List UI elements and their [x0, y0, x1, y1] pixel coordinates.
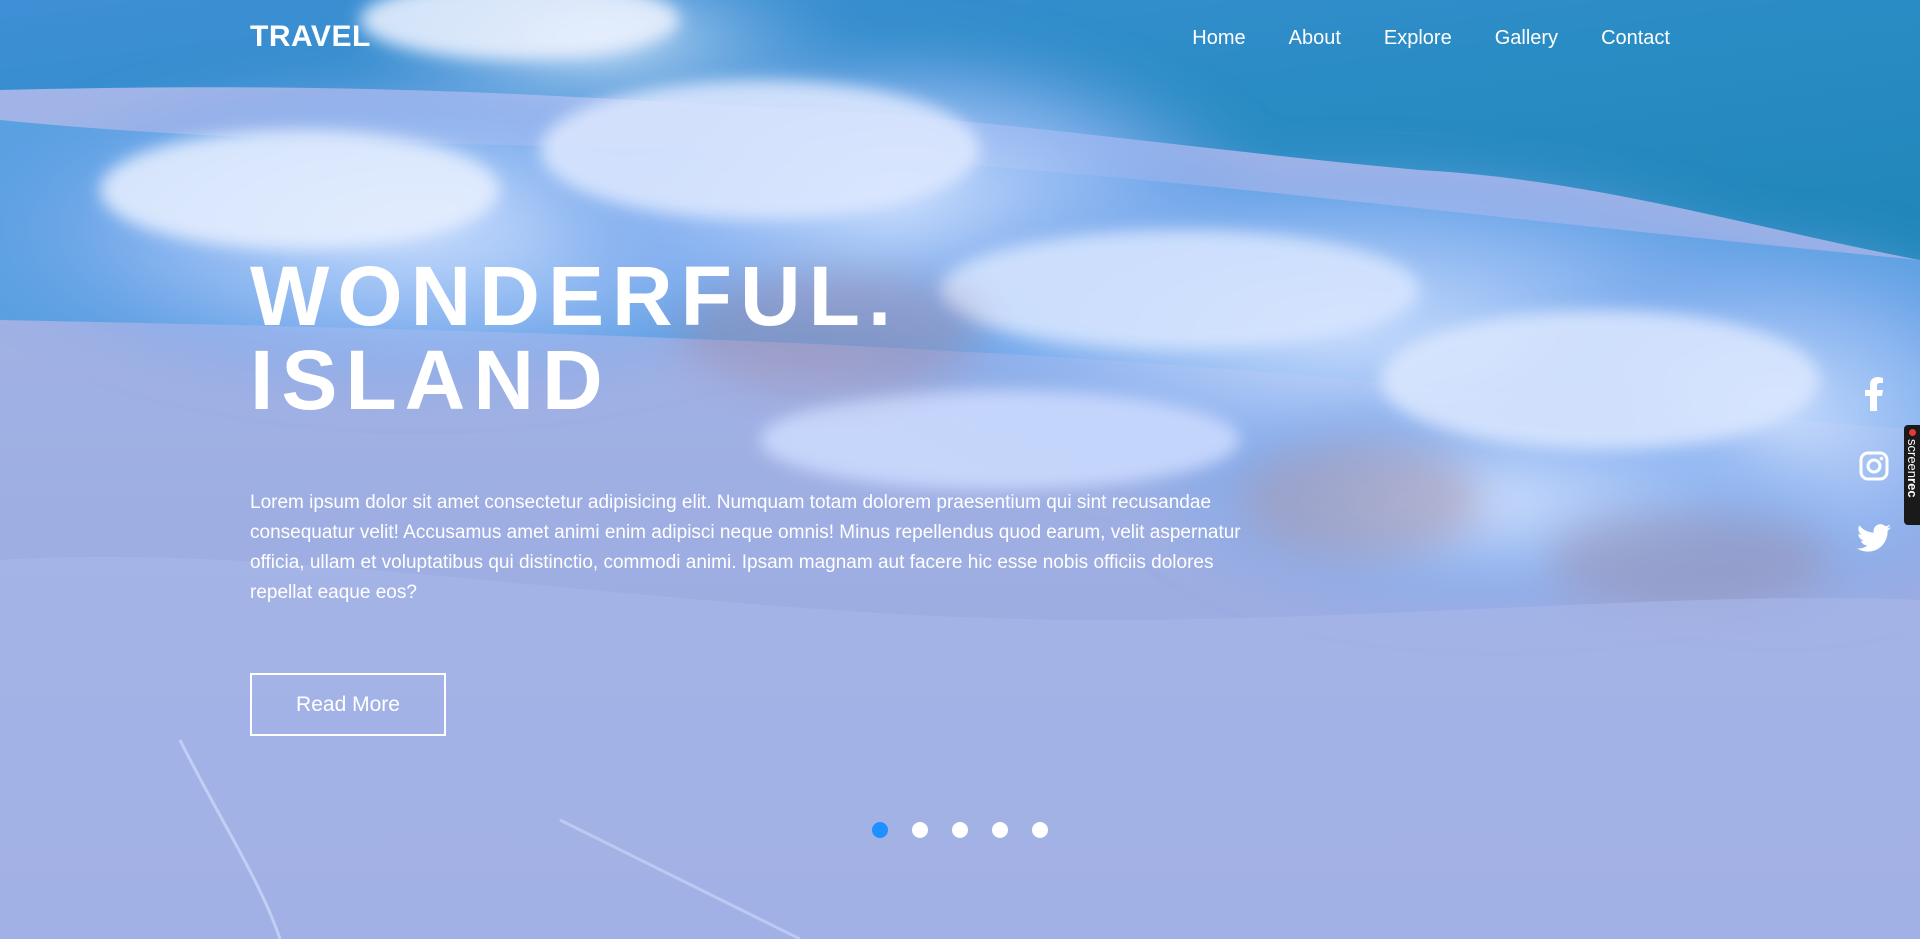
- nav-about[interactable]: About: [1289, 27, 1341, 50]
- hero-title: WONDERFUL. ISLAND: [250, 254, 899, 422]
- social-links: [1856, 376, 1892, 592]
- slider-dot[interactable]: [992, 822, 1008, 838]
- slider-dots: [872, 822, 1072, 838]
- slider-dot[interactable]: [952, 822, 968, 838]
- nav-home[interactable]: Home: [1192, 27, 1245, 50]
- hero-description: Lorem ipsum dolor sit amet consectetur a…: [250, 492, 1241, 603]
- facebook-icon[interactable]: [1856, 376, 1892, 412]
- nav-contact[interactable]: Contact: [1601, 27, 1670, 50]
- nav-explore[interactable]: Explore: [1384, 27, 1452, 50]
- site-logo[interactable]: TRAVEL: [250, 20, 371, 54]
- slider-dot[interactable]: [912, 822, 928, 838]
- screenrec-tab[interactable]: screenrec: [1904, 425, 1920, 525]
- nav-gallery[interactable]: Gallery: [1495, 27, 1558, 50]
- twitter-icon[interactable]: [1856, 520, 1892, 556]
- read-more-button[interactable]: Read More: [250, 673, 446, 736]
- record-dot-icon: [1909, 429, 1916, 436]
- instagram-icon[interactable]: [1856, 448, 1892, 484]
- hero-background: [0, 0, 1920, 939]
- slider-dot[interactable]: [1032, 822, 1048, 838]
- main-nav: Home About Explore Gallery Contact: [1149, 27, 1670, 50]
- hero-title-line1: WONDERFUL.: [250, 249, 900, 343]
- screenrec-label: screenrec: [1905, 439, 1920, 498]
- slider-dot[interactable]: [872, 822, 888, 838]
- hero-title-line2: ISLAND: [250, 333, 611, 427]
